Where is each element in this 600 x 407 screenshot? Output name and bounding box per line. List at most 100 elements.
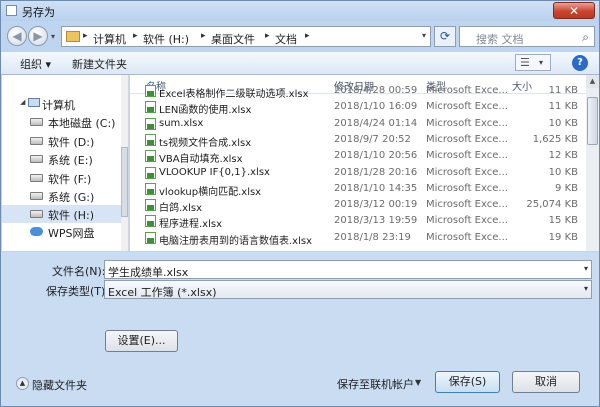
- nav-item-label: 本地磁盘 (C:): [48, 117, 116, 130]
- save-button[interactable]: 保存(S): [435, 371, 500, 393]
- drive-icon: [30, 118, 43, 126]
- file-date: 2018/3/13 19:59: [334, 215, 418, 227]
- nav-item-drive-e[interactable]: 系统 (E:): [2, 150, 128, 168]
- navigation-scrollbar[interactable]: [121, 75, 128, 251]
- file-row[interactable]: LEN函数的使用.xlsx 2018/1/10 16:09 Microsoft Ex…: [130, 99, 586, 116]
- filetype-select[interactable]: Excel 工作簿 (*.xlsx) ▾: [104, 280, 592, 299]
- file-name: 电脑注册表用到的语言数值表.xlsx: [159, 235, 313, 247]
- refresh-button[interactable]: ⟳: [434, 26, 456, 47]
- breadcrumb-separator-icon[interactable]: ▸: [83, 31, 88, 41]
- excel-file-icon: [145, 133, 156, 146]
- organize-button[interactable]: 组织 ▾: [20, 56, 51, 72]
- chevron-down-icon[interactable]: ▼: [415, 378, 421, 387]
- breadcrumb-computer[interactable]: 计算机: [93, 31, 126, 47]
- excel-file-icon: [145, 199, 156, 212]
- help-button[interactable]: ?: [572, 55, 588, 71]
- nav-item-drive-f[interactable]: 软件 (F:): [2, 169, 128, 187]
- file-type: Microsoft Exce...: [426, 133, 508, 145]
- file-row[interactable]: VLOOKUP IF{0,1}.xlsx 2018/1/28 20:16 Micro…: [130, 165, 586, 181]
- back-button[interactable]: ◀: [7, 26, 27, 46]
- file-row[interactable]: VBA自动填充.xlsx 2018/1/10 20:56 Microsoft Exc…: [130, 148, 586, 166]
- breadcrumb-documents[interactable]: 文档: [275, 31, 297, 47]
- filename-value: 学生成绩单.xlsx: [108, 266, 189, 279]
- recent-pages-dropdown[interactable]: ▾: [51, 32, 59, 41]
- nav-item-computer[interactable]: ◢ 计算机: [2, 95, 128, 113]
- cancel-button[interactable]: 取消: [512, 371, 580, 393]
- file-type: Microsoft Exce...: [426, 215, 508, 227]
- file-list[interactable]: 名称 修改日期 类型 大小 Excel表格制作二级联动选项.xlsx 2018/4…: [130, 75, 599, 251]
- settings-button[interactable]: 设置(E)...: [105, 330, 178, 352]
- forward-button[interactable]: ▶: [28, 26, 48, 46]
- collapse-arrow-icon[interactable]: ◢: [20, 98, 25, 106]
- file-name: 白鸽.xlsx: [159, 203, 203, 215]
- file-date: 2018/3/12 00:19: [334, 199, 418, 211]
- file-list-scrollbar[interactable]: ▲: [586, 75, 599, 251]
- drive-icon: [30, 192, 43, 200]
- address-dropdown-icon[interactable]: ▾: [422, 31, 426, 40]
- window-title: 另存为: [22, 6, 55, 19]
- file-row[interactable]: 电脑注册表用到的语言数值表.xlsx 2018/1/8 23:19 Microsof…: [130, 230, 586, 247]
- drive-icon: [30, 210, 43, 218]
- file-row[interactable]: 白鸽.xlsx 2018/3/12 00:19 Microsoft Exce... 2…: [130, 197, 586, 215]
- file-size: 11 KB: [548, 85, 578, 96]
- nav-item-drive-h[interactable]: 软件 (H:): [2, 205, 128, 223]
- file-row[interactable]: vlookup横向匹配.xlsx 2018/1/10 14:35 Microsoft…: [130, 181, 586, 198]
- breadcrumb-separator-icon[interactable]: ▸: [201, 31, 206, 41]
- file-row[interactable]: 程序进程.xlsx 2018/3/13 19:59 Microsoft Exce..…: [130, 213, 586, 230]
- file-date: 2018/1/8 23:19: [334, 231, 411, 243]
- filetype-label: 保存类型(T):: [46, 285, 110, 298]
- file-type: Microsoft Exce...: [426, 85, 508, 96]
- breadcrumb-separator-icon[interactable]: ▸: [265, 31, 270, 41]
- nav-item-drive-c[interactable]: 本地磁盘 (C:): [2, 113, 128, 131]
- chevron-down-icon: ▾: [539, 58, 544, 67]
- file-size: 19 KB: [548, 231, 578, 243]
- breadcrumb-separator-icon[interactable]: ▸: [133, 31, 138, 41]
- drive-icon: [30, 137, 43, 145]
- nav-item-wps-cloud[interactable]: WPS网盘: [2, 223, 128, 241]
- filetype-value: Excel 工作簿 (*.xlsx): [108, 286, 217, 299]
- view-options-button[interactable]: ☰ ▾: [515, 54, 551, 71]
- file-name: VBA自动填充.xlsx: [159, 154, 243, 166]
- file-date: 2018/4/24 01:14: [334, 117, 418, 129]
- address-bar[interactable]: ▸ 计算机 ▸ 软件 (H:) ▸ 桌面文件 ▸ 文档 ▸ ▾: [61, 26, 431, 47]
- chevron-up-icon[interactable]: ▲: [16, 377, 29, 390]
- nav-item-drive-d[interactable]: 软件 (D:): [2, 132, 128, 150]
- save-as-dialog: 另存为 ✕ ◀ ▶ ▾ ▸ 计算机 ▸ 软件 (H:) ▸ 桌面文件 ▸ 文档 …: [0, 0, 600, 407]
- address-row: ◀ ▶ ▾ ▸ 计算机 ▸ 软件 (H:) ▸ 桌面文件 ▸ 文档 ▸ ▾ ⟳ …: [1, 22, 599, 52]
- nav-item-drive-g[interactable]: 系统 (G:): [2, 187, 128, 205]
- file-type: Microsoft Exce...: [426, 117, 508, 129]
- breadcrumb-drive-h[interactable]: 软件 (H:): [143, 31, 189, 47]
- drive-icon: [30, 155, 43, 163]
- navigation-pane[interactable]: ◢ 计算机 本地磁盘 (C:) 软件 (D:) 系统 (E:) 软件 (F:) …: [2, 75, 129, 251]
- close-button[interactable]: ✕: [553, 2, 595, 19]
- title-bar[interactable]: 另存为 ✕: [1, 1, 599, 21]
- file-row[interactable]: sum.xlsx 2018/4/24 01:14 Microsoft Exce...…: [130, 116, 586, 132]
- search-placeholder: 搜索 文档: [476, 33, 524, 46]
- nav-item-label: 软件 (D:): [48, 136, 95, 149]
- file-size: 15 KB: [548, 215, 578, 227]
- file-row[interactable]: Excel表格制作二级联动选项.xlsx 2018/4/28 00:59 Micro…: [130, 83, 586, 100]
- file-date: 2018/1/28 20:16: [334, 166, 418, 178]
- save-online-link[interactable]: 保存至联机帐户: [337, 376, 414, 392]
- excel-file-icon: [145, 182, 156, 195]
- file-type: Microsoft Exce...: [426, 199, 508, 211]
- file-name: sum.xlsx: [159, 117, 204, 129]
- scrollbar-thumb[interactable]: [121, 147, 128, 217]
- file-name: Excel表格制作二级联动选项.xlsx: [159, 89, 309, 100]
- chevron-down-icon[interactable]: ▾: [584, 264, 588, 273]
- excel-file-icon: [145, 150, 156, 163]
- search-icon: ⌕: [582, 30, 589, 44]
- scrollbar-thumb[interactable]: [587, 97, 598, 145]
- breadcrumb-desktop-files[interactable]: 桌面文件: [211, 31, 255, 47]
- new-folder-button[interactable]: 新建文件夹: [72, 56, 127, 72]
- breadcrumb-separator-icon[interactable]: ▸: [305, 31, 310, 41]
- nav-item-label: 软件 (H:): [48, 209, 95, 222]
- save-options-panel: 文件名(N): 学生成绩单.xlsx ▾ 保存类型(T): Excel 工作簿 …: [1, 252, 599, 406]
- filename-field[interactable]: 学生成绩单.xlsx ▾: [104, 260, 592, 279]
- hide-folders-toggle[interactable]: 隐藏文件夹: [32, 377, 87, 393]
- file-row[interactable]: ts视频文件合成.xlsx 2018/9/7 20:52 Microsoft Exc…: [130, 132, 586, 149]
- search-input[interactable]: 搜索 文档 ⌕: [459, 26, 595, 47]
- scroll-up-icon[interactable]: ▲: [586, 75, 599, 88]
- chevron-down-icon[interactable]: ▾: [584, 284, 588, 293]
- nav-item-label: 系统 (E:): [48, 154, 93, 167]
